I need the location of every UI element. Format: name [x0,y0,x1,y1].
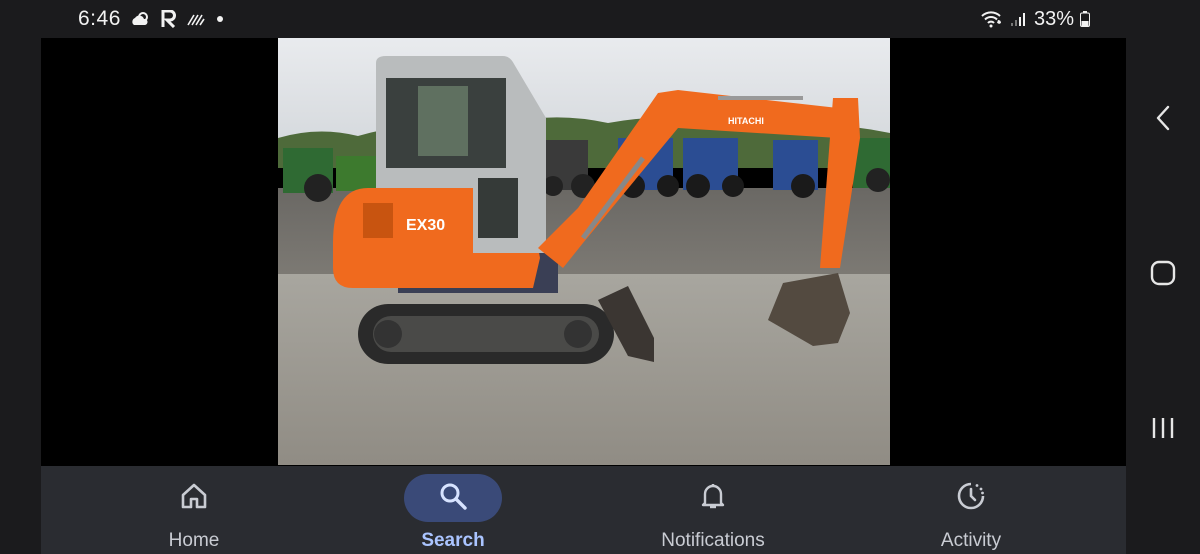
nav-activity-icon-wrap [922,474,1020,522]
nav-home[interactable]: Home [94,466,294,554]
battery-percent: 33% [1033,7,1074,30]
nav-search-label: Search [421,530,485,551]
search-icon [438,481,468,516]
excavator-photo[interactable]: EX30 HITACHI [278,38,890,465]
bottom-navigation: Home Search Notifications Activity [41,466,1126,554]
system-back-button[interactable] [1126,90,1200,150]
image-viewer[interactable]: EX30 HITACHI [41,38,1126,466]
back-icon [1153,103,1173,138]
cell-signal-icon [1010,11,1028,27]
nav-search-icon-wrap [404,474,502,522]
system-recents-button[interactable] [1126,400,1200,460]
activity-clock-icon [955,480,987,517]
wifi-calling-icon [980,10,1004,28]
status-right: 33% [980,6,1090,32]
nav-activity-label: Activity [940,530,1002,551]
model-label: EX30 [406,217,445,234]
nav-home-icon-wrap [145,474,243,522]
nav-search[interactable]: Search [353,466,553,554]
clock: 6:46 [78,7,121,30]
r-app-icon [161,10,177,28]
system-home-button[interactable] [1126,245,1200,305]
signal-noise-icon [187,12,205,26]
brand-label: HITACHI [728,116,764,126]
bell-icon [698,481,728,516]
status-bar: 6:46 33% [0,0,1200,38]
home-icon [179,481,209,516]
home-circle-icon [1149,259,1177,292]
weather-cloud-icon [131,11,151,27]
nav-activity[interactable]: Activity [871,466,1071,554]
recents-icon [1149,414,1177,447]
left-gutter [0,38,41,554]
nav-home-label: Home [168,530,220,551]
nav-notifications-label: Notifications [661,530,765,551]
status-left: 6:46 [78,6,225,32]
dot-icon [215,14,225,24]
battery-icon [1080,11,1090,27]
nav-notifications[interactable]: Notifications [613,466,813,554]
system-navigation [1126,38,1200,554]
nav-notifications-icon-wrap [664,474,762,522]
